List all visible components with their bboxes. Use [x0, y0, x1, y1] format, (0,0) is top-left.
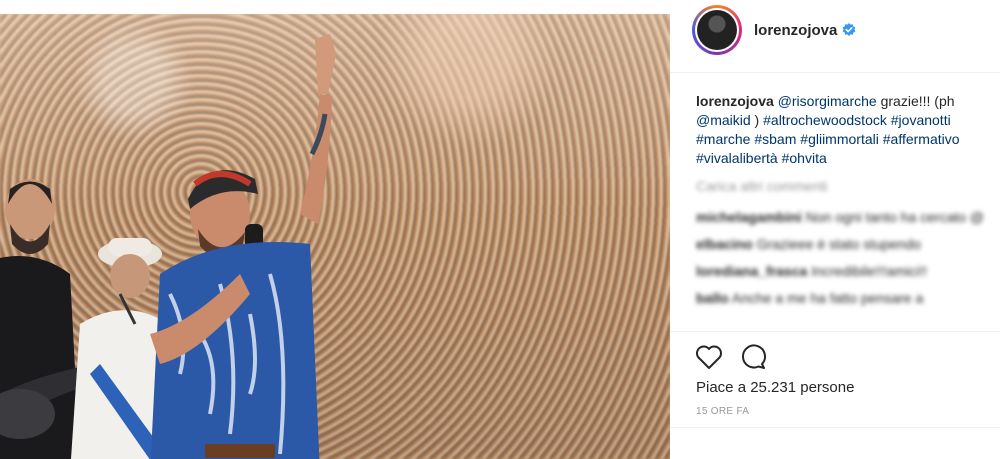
- hashtag-link[interactable]: #jovanotti: [891, 112, 951, 128]
- comment-text: Non ogni tanto ha cercato @: [805, 209, 985, 225]
- post-photo[interactable]: [0, 14, 670, 459]
- header-username-text[interactable]: lorenzojova: [754, 22, 837, 39]
- caption-text: grazie!!! (ph: [876, 93, 955, 109]
- comment-text: Anche a me ha fatto pensare a: [731, 290, 924, 306]
- caption-username[interactable]: lorenzojova: [696, 93, 774, 109]
- comment-text: Grazieee è stato stupendo: [756, 236, 921, 252]
- post-side-panel: lorenzojova lorenzojova @risorgimarche g…: [670, 0, 1000, 459]
- comment-username[interactable]: elbacino: [696, 236, 753, 252]
- comment-item: elbacino Grazieee è stato stupendo: [696, 235, 986, 254]
- post-timestamp[interactable]: 15 ORE FA: [696, 406, 749, 417]
- comment-username[interactable]: lorediana_frasca: [696, 263, 807, 279]
- comment-icon[interactable]: [738, 342, 768, 372]
- comment-item: lorediana_frasca Incredibile!!!amici!!: [696, 262, 986, 281]
- comment-username[interactable]: michelagambini: [696, 209, 802, 225]
- hashtag-link[interactable]: #ohvita: [782, 150, 827, 166]
- mention-link[interactable]: @risorgimarche: [778, 93, 877, 109]
- likes-count[interactable]: Piace a 25.231 persone: [696, 379, 854, 396]
- instagram-post: lorenzojova lorenzojova @risorgimarche g…: [0, 0, 1000, 459]
- actions-bar: [670, 331, 1000, 369]
- hashtag-link[interactable]: #altrochewoodstock: [763, 112, 887, 128]
- load-more-comments[interactable]: Carica altri commenti: [696, 178, 827, 194]
- comment-text: Incredibile!!!amici!!: [811, 263, 928, 279]
- heart-icon[interactable]: [694, 342, 724, 372]
- verified-badge-icon: [843, 23, 856, 36]
- comment-item: michelagambini Non ogni tanto ha cercato…: [696, 208, 986, 227]
- comment-username[interactable]: ballo: [696, 290, 729, 306]
- comments-list: michelagambini Non ogni tanto ha cercato…: [696, 208, 986, 316]
- singer-figure: [150, 34, 336, 459]
- hashtag-link[interactable]: #marche: [696, 131, 750, 147]
- hashtag-link[interactable]: #sbam: [754, 131, 796, 147]
- divider: [670, 427, 1000, 428]
- mention-link[interactable]: @maikid: [696, 112, 751, 128]
- hashtag-link[interactable]: #vivalalibertà: [696, 150, 778, 166]
- post-header: lorenzojova: [670, 0, 1000, 73]
- avatar[interactable]: [692, 5, 742, 55]
- comment-item: ballo Anche a me ha fatto pensare a: [696, 289, 986, 308]
- hashtag-link[interactable]: #gliimmortali: [800, 131, 879, 147]
- header-username[interactable]: lorenzojova: [754, 22, 856, 39]
- post-caption: lorenzojova @risorgimarche grazie!!! (ph…: [696, 92, 996, 168]
- hashtag-link[interactable]: #affermativo: [883, 131, 960, 147]
- avatar-image: [697, 10, 737, 50]
- caption-text: ): [750, 112, 764, 128]
